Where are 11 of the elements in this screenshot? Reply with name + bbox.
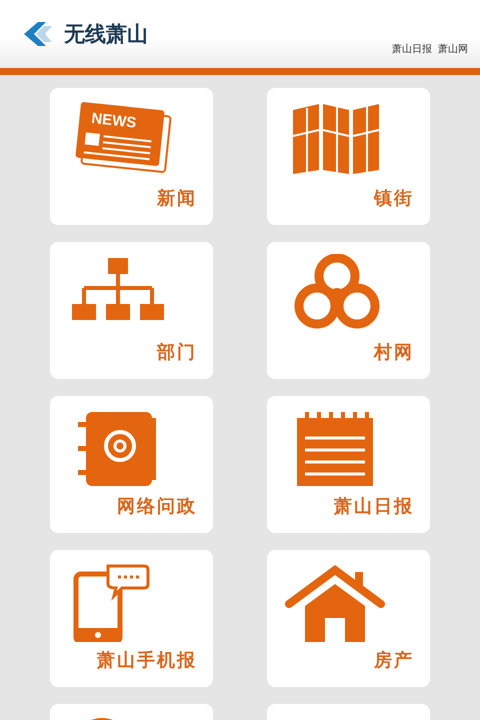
menu-tile[interactable]: 萧山手机报 xyxy=(50,550,213,687)
menu-tile[interactable]: 镇街 xyxy=(267,88,430,225)
menu-tile[interactable]: 房产 xyxy=(267,550,430,687)
menu-tile[interactable]: 萧山日报 xyxy=(267,396,430,533)
header-link[interactable]: 萧山网 xyxy=(438,42,468,56)
menu-tile[interactable]: 村网 xyxy=(267,242,430,379)
menu-tile[interactable]: NEWS 新闻 xyxy=(50,88,213,225)
menu-tile[interactable]: 网络问政 xyxy=(50,396,213,533)
header-link[interactable]: 萧山日报 xyxy=(392,42,432,56)
menu-tile[interactable]: 部门 xyxy=(50,242,213,379)
app-title: 无线萧山 xyxy=(64,21,148,48)
